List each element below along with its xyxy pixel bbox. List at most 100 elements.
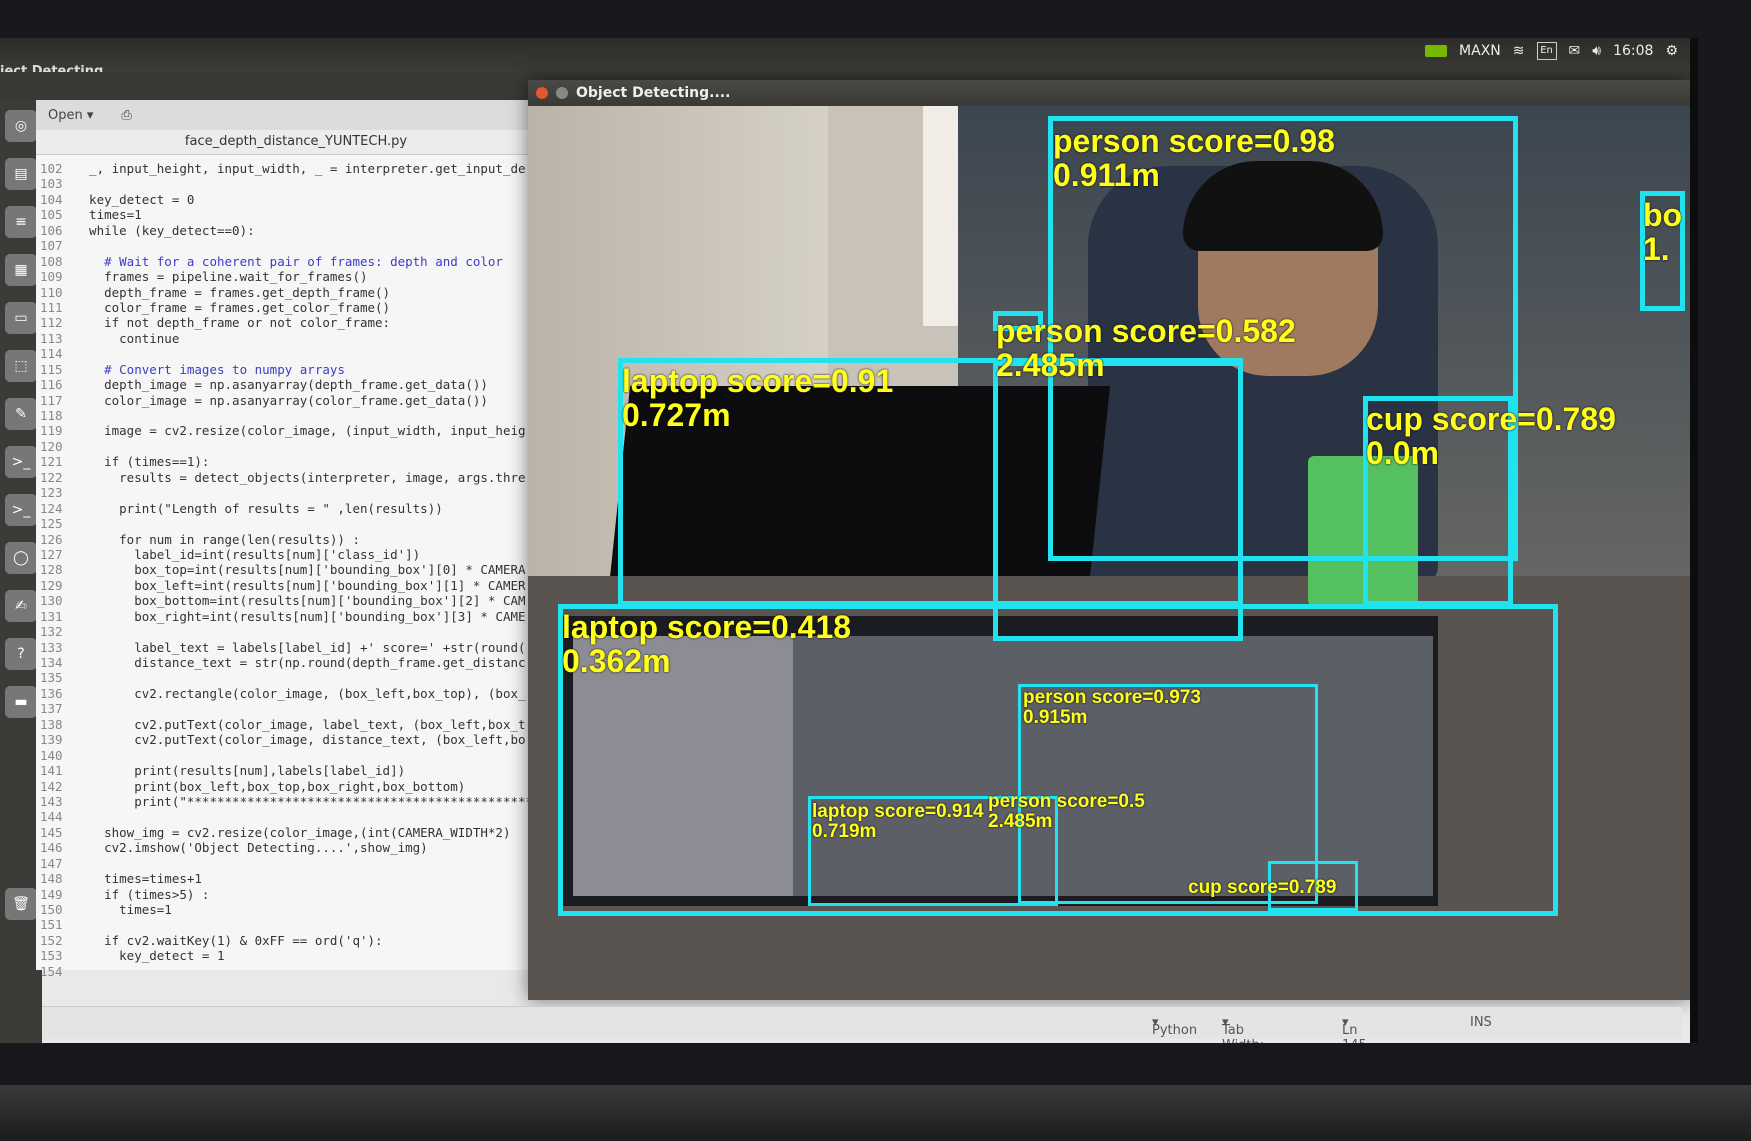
code-line[interactable]: 110 depth_frame = frames.get_depth_frame… [36,285,556,300]
window-title: Object Detecting.... [576,85,731,101]
code-line[interactable]: 151 [36,917,556,932]
line-text: # Convert images to numpy arrays [74,361,345,377]
code-line[interactable]: 113 continue [36,331,556,346]
gear-icon[interactable]: ⚙ [1665,43,1678,59]
code-line[interactable]: 138 cv2.putText(color_image, label_text,… [36,717,556,732]
window-titlebar[interactable]: Object Detecting.... [528,80,1690,106]
code-line[interactable]: 120 [36,439,556,454]
code-line[interactable]: 103 [36,176,556,191]
code-line[interactable]: 146 cv2.imshow('Object Detecting....',sh… [36,840,556,855]
close-icon[interactable] [536,87,548,99]
code-line[interactable]: 128 box_top=int(results[num]['bounding_b… [36,562,556,577]
nvidia-icon[interactable] [1425,45,1448,57]
code-line[interactable]: 135 [36,670,556,685]
detection-label: cup score=0.789 [1188,877,1337,898]
code-line[interactable]: 144 [36,809,556,824]
trash-icon[interactable]: 🗑︎ [5,888,37,920]
code-line[interactable]: 129 box_left=int(results[num]['bounding_… [36,578,556,593]
code-line[interactable]: 153 key_detect = 1 [36,948,556,963]
code-line[interactable]: 126 for num in range(len(results)) : [36,532,556,547]
code-line[interactable]: 148 times=times+1 [36,871,556,886]
code-line[interactable]: 140 [36,748,556,763]
code-line[interactable]: 147 [36,856,556,871]
text-editor-icon[interactable]: ✍ [5,590,37,622]
code-line[interactable]: 109 frames = pipeline.wait_for_frames() [36,269,556,284]
drive-icon[interactable]: ▬ [5,686,37,718]
code-line[interactable]: 132 [36,624,556,639]
search-icon[interactable]: ◎ [5,110,37,142]
line-text: times=times+1 [74,871,202,887]
code-line[interactable]: 121 if (times==1): [36,454,556,469]
code-line[interactable]: 149 if (times>5) : [36,887,556,902]
line-number: 108 [40,253,63,269]
line-text: color_image = np.asanyarray(color_frame.… [74,392,488,408]
code-line[interactable]: 130 box_bottom=int(results[num]['boundin… [36,593,556,608]
code-line[interactable]: 104 key_detect = 0 [36,192,556,207]
code-line[interactable]: 143 print("*****************************… [36,794,556,809]
code-line[interactable]: 102 _, input_height, input_width, _ = in… [36,161,556,176]
code-line[interactable]: 117 color_image = np.asanyarray(color_fr… [36,393,556,408]
code-line[interactable]: 125 [36,516,556,531]
help-icon[interactable]: ? [5,638,37,670]
line-text: if cv2.waitKey(1) & 0xFF == ord('q'): [74,932,383,948]
code-line[interactable]: 106 while (key_detect==0): [36,223,556,238]
code-line[interactable]: 136 cv2.rectangle(color_image, (box_left… [36,686,556,701]
line-number: 104 [40,191,63,207]
code-line[interactable]: 115 # Convert images to numpy arrays [36,362,556,377]
save-icon[interactable]: ⎙ [121,108,131,123]
code-line[interactable]: 137 [36,701,556,716]
code-line[interactable]: 105 times=1 [36,207,556,222]
line-number: 107 [40,238,63,254]
files-icon[interactable]: ▤ [5,158,37,190]
language-selector[interactable]: Python ▾ [1152,1015,1197,1038]
code-line[interactable]: 118 [36,408,556,423]
code-line[interactable]: 114 [36,346,556,361]
code-line[interactable]: 131 box_right=int(results[num]['bounding… [36,609,556,624]
code-line[interactable]: 119 image = cv2.resize(color_image, (inp… [36,423,556,438]
code-line[interactable]: 112 if not depth_frame or not color_fram… [36,315,556,330]
clock[interactable]: 16:08 [1613,43,1653,59]
code-area[interactable]: 102 _, input_height, input_width, _ = in… [36,155,556,979]
code-line[interactable]: 127 label_id=int(results[num]['class_id'… [36,547,556,562]
settings-icon[interactable]: ✎ [5,398,37,430]
line-number: 102 [40,161,63,176]
code-line[interactable]: 133 label_text = labels[label_id] +' sco… [36,640,556,655]
open-button[interactable]: Open ▾ [48,108,93,123]
detection-label: person score=0.973 0.915m [1023,687,1201,728]
code-line[interactable]: 141 print(results[num],labels[label_id]) [36,763,556,778]
code-line[interactable]: 111 color_frame = frames.get_color_frame… [36,300,556,315]
code-line[interactable]: 108 # Wait for a coherent pair of frames… [36,254,556,269]
language-indicator[interactable]: En [1536,42,1557,60]
software-icon[interactable]: ⬚ [5,350,37,382]
line-number: 118 [40,408,63,423]
cursor-position[interactable]: Ln 145, Col 81 ▾ [1342,1015,1371,1043]
terminal-icon[interactable]: >_ [5,446,37,478]
volume-icon[interactable]: 🔊︎ [1592,43,1601,59]
wifi-icon[interactable]: ≋ [1513,43,1525,59]
power-mode[interactable]: MAXN [1459,43,1501,59]
impress-icon[interactable]: ▭ [5,302,37,334]
code-line[interactable]: 123 [36,485,556,500]
browser-icon[interactable]: ◯ [5,542,37,574]
calc-icon[interactable]: ▦ [5,254,37,286]
mail-icon[interactable]: ✉ [1569,43,1581,59]
line-number: 106 [40,222,63,238]
writer-icon[interactable]: ≡ [5,206,37,238]
code-line[interactable]: 124 print("Length of results = " ,len(re… [36,501,556,516]
file-tab[interactable]: face_depth_distance_YUNTECH.py [36,130,556,155]
code-line[interactable]: 154 [36,964,556,979]
code-line[interactable]: 107 [36,238,556,253]
code-line[interactable]: 142 print(box_left,box_top,box_right,box… [36,779,556,794]
code-line[interactable]: 116 depth_image = np.asanyarray(depth_fr… [36,377,556,392]
terminal-icon[interactable]: >_ [5,494,37,526]
minimize-icon[interactable] [556,87,568,99]
code-line[interactable]: 150 times=1 [36,902,556,917]
tab-width-selector[interactable]: Tab Width: 8 ▾ [1222,1015,1264,1043]
code-line[interactable]: 145 show_img = cv2.resize(color_image,(i… [36,825,556,840]
code-line[interactable]: 122 results = detect_objects(interpreter… [36,470,556,485]
line-number: 142 [40,778,63,794]
code-line[interactable]: 134 distance_text = str(np.round(depth_f… [36,655,556,670]
system-tray[interactable]: MAXN ≋ En ✉ 🔊︎ 16:08 ⚙ [1425,42,1678,60]
code-line[interactable]: 139 cv2.putText(color_image, distance_te… [36,732,556,747]
code-line[interactable]: 152 if cv2.waitKey(1) & 0xFF == ord('q')… [36,933,556,948]
